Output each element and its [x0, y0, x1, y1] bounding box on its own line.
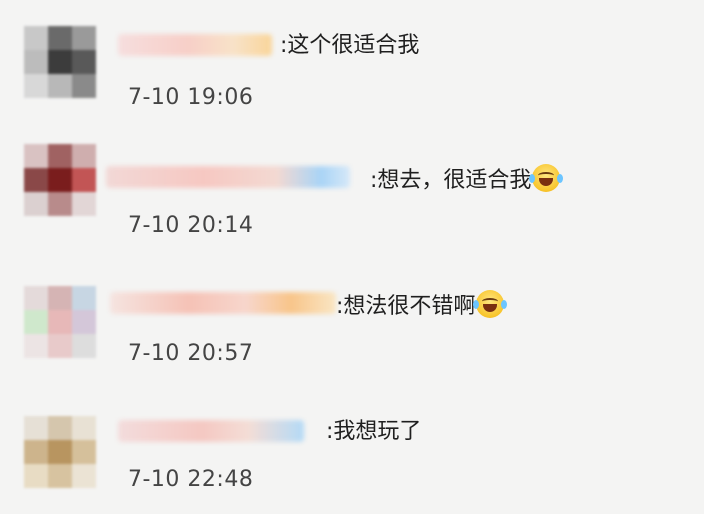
username[interactable]	[118, 34, 272, 56]
comment-item: :我想玩了 7-10 22:48	[0, 394, 704, 514]
comment-timestamp: 7-10 20:14	[128, 213, 254, 238]
avatar[interactable]	[24, 286, 96, 358]
laughing-crying-emoji-icon	[473, 290, 508, 318]
username[interactable]	[106, 166, 350, 188]
username[interactable]	[110, 292, 336, 314]
comment-item: :想法很不错啊 7-10 20:57	[0, 256, 704, 376]
comment-item: :这个很适合我 7-10 19:06	[0, 0, 704, 120]
laughing-crying-emoji-icon	[529, 164, 564, 192]
comment-text: :想去，很适合我	[370, 164, 564, 195]
comment-text: :想法很不错啊	[336, 290, 508, 321]
comment-text: :这个很适合我	[280, 33, 420, 58]
comment-text: :我想玩了	[326, 419, 422, 444]
avatar[interactable]	[24, 144, 96, 216]
comment-list: :这个很适合我 7-10 19:06 :想去，很适合我 7-10 20:14 :…	[0, 0, 704, 514]
avatar[interactable]	[24, 26, 96, 98]
comment-item: :想去，很适合我 7-10 20:14	[0, 120, 704, 240]
username[interactable]	[118, 420, 304, 442]
comment-timestamp: 7-10 22:48	[128, 467, 254, 492]
comment-timestamp: 7-10 19:06	[128, 85, 254, 110]
comment-timestamp: 7-10 20:57	[128, 341, 254, 366]
avatar[interactable]	[24, 416, 96, 488]
